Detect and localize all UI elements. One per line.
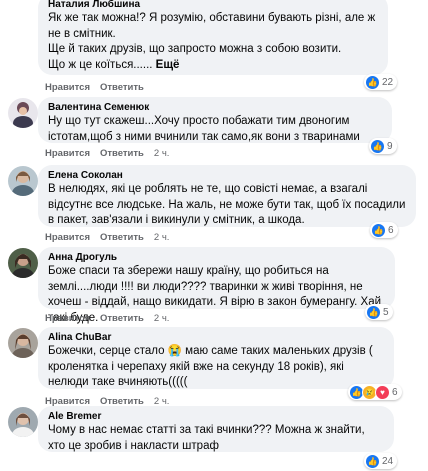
comment-actions: Нравится Ответить 2 ч.: [45, 232, 179, 243]
comment-time[interactable]: 2 ч.: [154, 313, 170, 324]
like-button[interactable]: Нравится: [45, 232, 90, 243]
like-button[interactable]: Нравится: [45, 148, 90, 159]
reply-button[interactable]: Ответить: [100, 148, 144, 159]
reaction-count: 6: [388, 224, 394, 236]
reaction-summary[interactable]: 👍 5: [365, 304, 393, 320]
comment-actions: Нравится Ответить: [45, 82, 154, 93]
like-reaction-icon: 👍: [366, 304, 381, 320]
comment-author[interactable]: Елена Соколан: [48, 169, 406, 182]
like-reaction-icon: 👍: [370, 138, 385, 154]
reaction-summary[interactable]: 👍 9: [369, 138, 397, 154]
avatar[interactable]: [8, 328, 38, 358]
like-reaction-icon: 👍: [365, 74, 380, 90]
reaction-count: 9: [387, 140, 393, 152]
reply-button[interactable]: Ответить: [100, 313, 144, 324]
reaction-summary[interactable]: 👍 24: [364, 453, 398, 469]
like-button[interactable]: Нравится: [45, 82, 90, 93]
reaction-summary[interactable]: 👍 22: [364, 74, 398, 90]
avatar[interactable]: [8, 98, 38, 128]
avatar[interactable]: [8, 248, 38, 278]
comment-author[interactable]: Alina ChuBar: [48, 331, 384, 344]
comment-actions: Нравится Ответить 2 ч.: [45, 313, 179, 324]
comment-time[interactable]: 2 ч.: [154, 232, 170, 243]
reply-button[interactable]: Ответить: [100, 232, 144, 243]
comment-bubble: Alina ChuBar Божечки, серце стало 😭 маю …: [38, 327, 394, 389]
like-reaction-icon: 👍: [365, 453, 380, 469]
comment-bubble: Ale Bremer Чому в нас немає статті за та…: [38, 406, 394, 452]
like-button[interactable]: Нравится: [45, 313, 90, 324]
comment-bubble: Наталия Любшина Як же так можна!? Я розу…: [38, 0, 388, 75]
like-reaction-icon: 👍: [371, 222, 386, 238]
reaction-count: 5: [383, 306, 389, 318]
avatar[interactable]: [8, 166, 38, 196]
comment-time[interactable]: 2 ч.: [154, 148, 170, 159]
comment-author[interactable]: Валентина Семенюк: [48, 101, 382, 114]
comment-text: В нелюдях, які це роблять не те, що сові…: [48, 183, 406, 226]
reaction-summary[interactable]: 👍 😢 ♥ 6: [348, 384, 402, 400]
comment-text: Як же так можна!? Я розумію, обставини б…: [48, 12, 376, 71]
comment-text: Ну що тут скажеш...Хочу просто побажати …: [48, 115, 360, 143]
comment-bubble: Анна Дрогуль Боже спаси та збережи нашу …: [38, 247, 395, 324]
comment-author[interactable]: Наталия Любшина: [48, 0, 378, 11]
love-reaction-icon: ♥: [375, 384, 390, 400]
reaction-count: 6: [392, 386, 398, 398]
comment-text: Божечки, серце стало 😭 маю саме таких ма…: [48, 345, 373, 388]
reaction-count: 22: [382, 76, 394, 88]
comment-author[interactable]: Ale Bremer: [48, 410, 384, 423]
avatar[interactable]: [8, 407, 38, 437]
reaction-count: 24: [382, 455, 394, 467]
see-more-link[interactable]: Ещё: [156, 59, 180, 71]
comment-author[interactable]: Анна Дрогуль: [48, 251, 385, 264]
reaction-summary[interactable]: 👍 6: [370, 222, 398, 238]
comment-bubble: Валентина Семенюк Ну що тут скажеш...Хоч…: [38, 97, 392, 143]
comment-bubble: Елена Соколан В нелюдях, які це роблять …: [38, 165, 416, 227]
comment-text: Чому в нас немає статті за такі вчинки??…: [48, 424, 365, 452]
reply-button[interactable]: Ответить: [100, 82, 144, 93]
comment-actions: Нравится Ответить 2 ч.: [45, 148, 179, 159]
